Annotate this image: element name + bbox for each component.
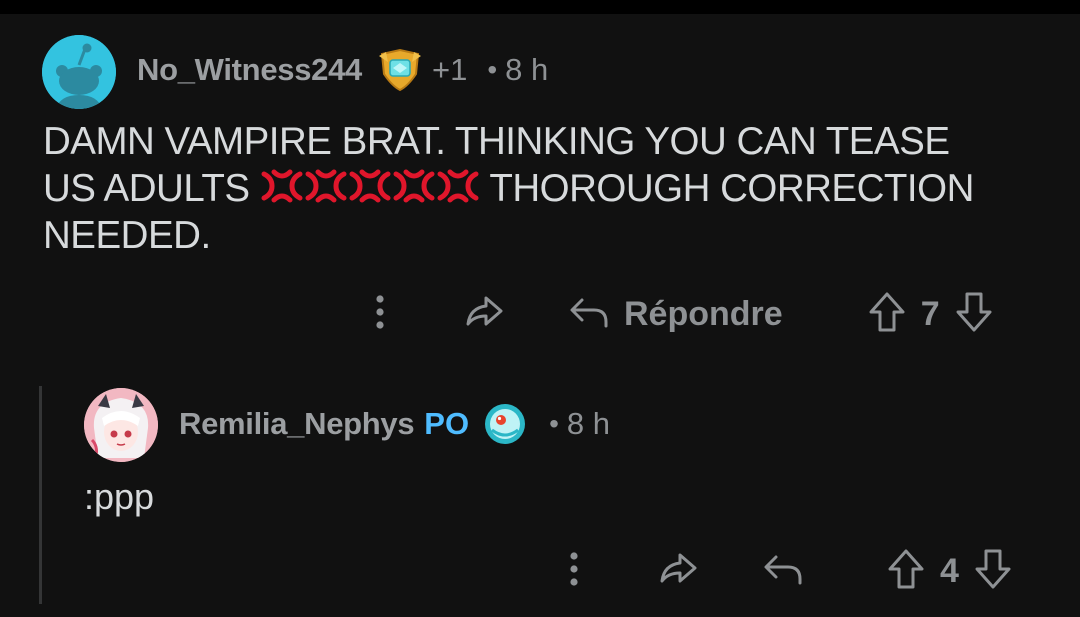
comment-text-segment: THOROUGH CORRECTION [489, 167, 974, 210]
anger-symbol-icon [260, 168, 304, 204]
upvote-arrow-icon[interactable] [867, 290, 907, 339]
timestamp: 8 h [566, 406, 611, 441]
separator-dot: • [487, 54, 498, 85]
comment-body: DAMN VAMPIRE BRAT. THINKING YOU CAN TEAS… [43, 118, 974, 259]
reply-button[interactable]: Répondre [624, 295, 783, 334]
snoo-avatar-icon [42, 35, 116, 109]
blue-orb-award-icon[interactable] [483, 402, 527, 446]
comment-header: Remilia_Nephys PO • 8 h [179, 404, 610, 444]
award-count: +1 [431, 52, 468, 87]
comment-body: :ppp [84, 476, 155, 517]
comment-text-line: DAMN VAMPIRE BRAT. THINKING YOU CAN TEAS… [43, 120, 950, 163]
upvote-arrow-icon[interactable] [886, 547, 926, 596]
comment-thread: No_Witness244 +1 • 8 h DAMN VAMPIRE BRAT… [0, 0, 1080, 617]
anger-symbol-icon [304, 168, 348, 204]
more-options-icon[interactable] [558, 547, 590, 596]
comment-text-line: US ADULTS THOROUGH CORRECTION [43, 165, 974, 212]
more-options-icon[interactable] [364, 290, 396, 339]
comment-text-line: NEEDED. [43, 214, 211, 257]
top-bar [0, 0, 1080, 14]
reply-icon[interactable] [568, 290, 610, 339]
downvote-arrow-icon[interactable] [954, 290, 994, 339]
comment-actions: 4 [558, 549, 1013, 593]
username-link[interactable]: No_Witness244 [137, 52, 362, 88]
anger-emoji-group [260, 167, 480, 210]
share-icon[interactable] [658, 547, 698, 596]
downvote-arrow-icon[interactable] [973, 547, 1013, 596]
comment-header: No_Witness244 +1 • 8 h [137, 48, 549, 92]
timestamp: 8 h [505, 52, 549, 87]
username-link[interactable]: Remilia_Nephys [179, 406, 415, 442]
vote-count: 7 [920, 294, 940, 333]
share-icon[interactable] [464, 290, 504, 339]
anger-symbol-icon [348, 168, 392, 204]
user-avatar[interactable] [42, 35, 116, 109]
anger-symbol-icon [436, 168, 480, 204]
anger-symbol-icon [392, 168, 436, 204]
op-badge: PO [424, 406, 470, 441]
anime-girl-avatar-icon [84, 388, 158, 462]
separator-dot: • [549, 408, 559, 439]
comment-text-segment: US ADULTS [43, 167, 250, 210]
user-avatar[interactable] [84, 388, 158, 462]
comment-actions: Répondre 7 [364, 292, 994, 336]
reply-icon[interactable] [762, 547, 804, 596]
gold-shield-award-icon[interactable] [378, 48, 422, 92]
vote-count: 4 [940, 551, 959, 590]
thread-line[interactable] [39, 386, 42, 604]
